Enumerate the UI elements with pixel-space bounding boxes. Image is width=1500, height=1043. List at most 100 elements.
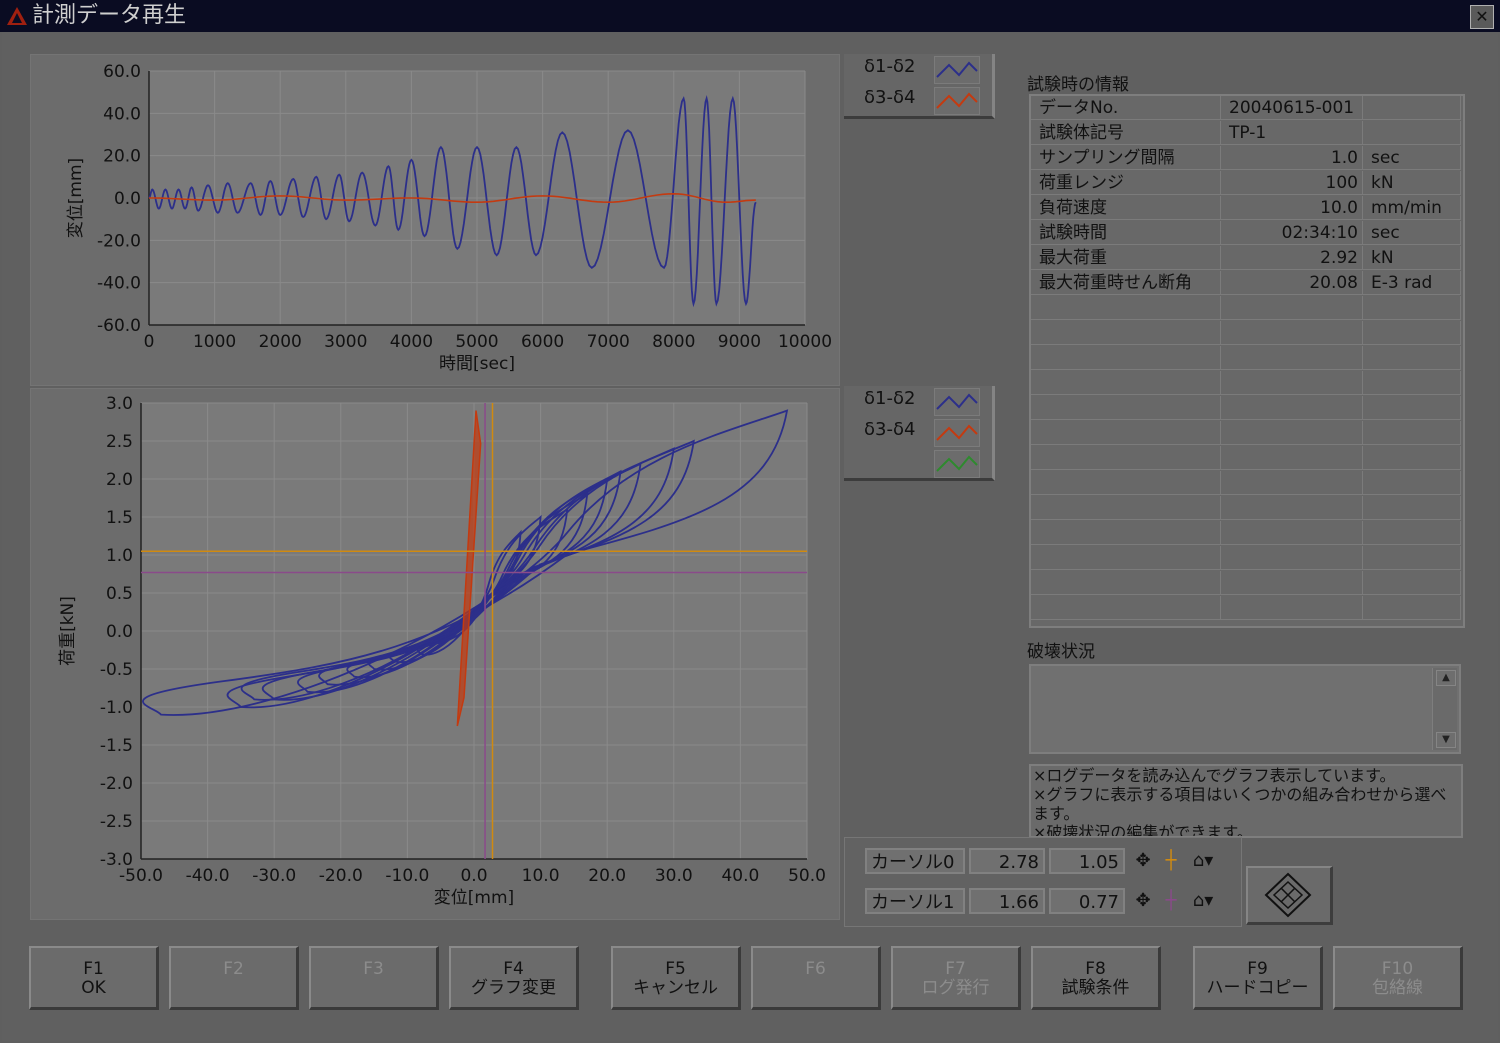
cursor0-x[interactable]: 2.78	[969, 848, 1045, 874]
crosshair-purple-icon[interactable]: ┼	[1157, 888, 1185, 914]
crosshair-orange-icon[interactable]: ┼	[1157, 848, 1185, 874]
info-empty-cell	[1363, 296, 1461, 320]
info-empty-cell	[1363, 321, 1461, 345]
info-empty-cell	[1031, 571, 1221, 595]
move-cursor-icon[interactable]: ✥	[1129, 888, 1157, 914]
x-tick-label: 4000	[390, 332, 433, 352]
info-value: 20.08	[1221, 271, 1363, 295]
info-value: 100	[1221, 171, 1363, 195]
title-bar: 計測データ再生 ✕	[0, 0, 1500, 32]
y-tick-label: -0.5	[100, 660, 133, 680]
info-empty-cell	[1221, 321, 1363, 345]
y-axis-label: 変位[mm]	[66, 158, 86, 238]
x-tick-label: 10000	[778, 332, 832, 352]
close-button[interactable]: ✕	[1470, 5, 1494, 29]
info-empty-cell	[1221, 471, 1363, 495]
cursor1-y[interactable]: 0.77	[1049, 888, 1125, 914]
y-tick-label: -3.0	[100, 850, 133, 870]
f9-button[interactable]: F9 ハードコピー	[1193, 946, 1323, 1010]
info-empty-cell	[1363, 346, 1461, 370]
y-tick-label: 20.0	[103, 147, 141, 167]
f5-button[interactable]: F5 キャンセル	[611, 946, 741, 1010]
green-line-swatch-icon	[934, 450, 980, 478]
info-heading: 試験時の情報	[1027, 75, 1129, 95]
time-history-chart: 0 1000 2000 3000 4000 5000 6000 7000 8000 9000 100…	[30, 54, 840, 386]
close-icon: ✕	[1475, 7, 1489, 26]
legend-item[interactable]: δ1-δ2	[844, 386, 992, 416]
legend-label: δ1-δ2	[864, 388, 916, 409]
legend-item[interactable]: δ3-δ4	[844, 417, 992, 447]
y-axis-label: 荷重[kN]	[58, 596, 78, 666]
f3-button[interactable]: F3	[309, 946, 439, 1010]
hakai-textarea[interactable]: ▲ ▼	[1029, 664, 1461, 754]
info-empty-cell	[1363, 571, 1461, 595]
info-empty-cell	[1031, 521, 1221, 545]
y-tick-label: 0.5	[106, 584, 133, 604]
info-empty-cell	[1363, 471, 1461, 495]
info-empty-cell	[1221, 446, 1363, 470]
lock-dropdown-icon[interactable]: ⌂▾	[1189, 848, 1217, 874]
f7-button[interactable]: F7 ログ発行	[891, 946, 1021, 1010]
info-empty-cell	[1031, 296, 1221, 320]
cursor0-y[interactable]: 1.05	[1049, 848, 1125, 874]
cursor0-name[interactable]: カーソル0	[865, 848, 965, 874]
info-label: 荷重レンジ	[1031, 171, 1221, 195]
info-unit	[1363, 96, 1461, 120]
info-empty-cell	[1363, 446, 1461, 470]
info-empty-cell	[1221, 521, 1363, 545]
info-empty-cell	[1363, 371, 1461, 395]
x-tick-label: 3000	[324, 332, 367, 352]
move-cursor-icon[interactable]: ✥	[1129, 848, 1157, 874]
y-tick-label: 2.5	[106, 432, 133, 452]
y-tick-label: -1.5	[100, 736, 133, 756]
info-empty-cell	[1031, 396, 1221, 420]
legend-item[interactable]	[844, 448, 992, 478]
info-empty-cell	[1031, 596, 1221, 620]
f2-button[interactable]: F2	[169, 946, 299, 1010]
scroll-down-icon[interactable]: ▼	[1436, 732, 1456, 748]
info-value: 2.92	[1221, 246, 1363, 270]
x-tick-label: -40.0	[186, 866, 230, 886]
scroll-up-icon[interactable]: ▲	[1436, 670, 1456, 686]
blue-line-swatch-icon	[934, 56, 980, 84]
y-tick-label: -2.0	[100, 774, 133, 794]
f1-button[interactable]: F1 OK	[29, 946, 159, 1010]
x-tick-label: -30.0	[252, 866, 296, 886]
message-line: ×ログデータを読み込んでグラフ表示しています。	[1033, 766, 1396, 785]
y-tick-label: 40.0	[103, 104, 141, 124]
message-line: ×破壊状況の編集ができます。	[1033, 823, 1253, 838]
info-table: データNo. 20040615-001 試験体記号 TP-1 サンプリング間隔 1.0 se…	[1029, 94, 1465, 628]
info-empty-cell	[1221, 421, 1363, 445]
lock-dropdown-icon[interactable]: ⌂▾	[1189, 888, 1217, 914]
cursor-panel: カーソル0 2.78 1.05 ✥ ┼ ⌂▾ カーソル1 1.66 0.77 ✥…	[844, 837, 1242, 927]
pan-diamond-button[interactable]	[1246, 866, 1333, 925]
cursor1-name[interactable]: カーソル1	[865, 888, 965, 914]
scrollbar[interactable]: ▲ ▼	[1432, 668, 1457, 750]
cursor1-x[interactable]: 1.66	[969, 888, 1045, 914]
f8-button[interactable]: F8 試験条件	[1031, 946, 1161, 1010]
legend-item[interactable]: δ1-δ2	[844, 54, 992, 84]
info-value: 1.0	[1221, 146, 1363, 170]
x-tick-label: 10.0	[522, 866, 560, 886]
y-tick-label: -60.0	[97, 316, 141, 336]
f10-button[interactable]: F10 包絡線	[1333, 946, 1463, 1010]
info-unit: sec	[1363, 221, 1461, 245]
f4-button[interactable]: F4 グラフ変更	[449, 946, 579, 1010]
info-unit: kN	[1363, 171, 1461, 195]
y-tick-label: 2.0	[106, 470, 133, 490]
info-label: 最大荷重時せん断角	[1031, 271, 1221, 295]
legend-bottom: δ1-δ2 δ3-δ4	[844, 386, 995, 481]
info-value: 20040615-001	[1221, 96, 1363, 120]
x-tick-label: 2000	[259, 332, 302, 352]
legend-item[interactable]: δ3-δ4	[844, 85, 992, 115]
y-tick-label: 1.0	[106, 546, 133, 566]
y-tick-label: 0.0	[106, 622, 133, 642]
x-tick-label: -20.0	[319, 866, 363, 886]
info-empty-cell	[1363, 546, 1461, 570]
y-tick-label: 3.0	[106, 394, 133, 414]
f6-button[interactable]: F6	[751, 946, 881, 1010]
x-tick-label: 40.0	[721, 866, 759, 886]
info-label: サンプリング間隔	[1031, 146, 1221, 170]
info-label: 試験時間	[1031, 221, 1221, 245]
x-tick-label: 8000	[652, 332, 695, 352]
